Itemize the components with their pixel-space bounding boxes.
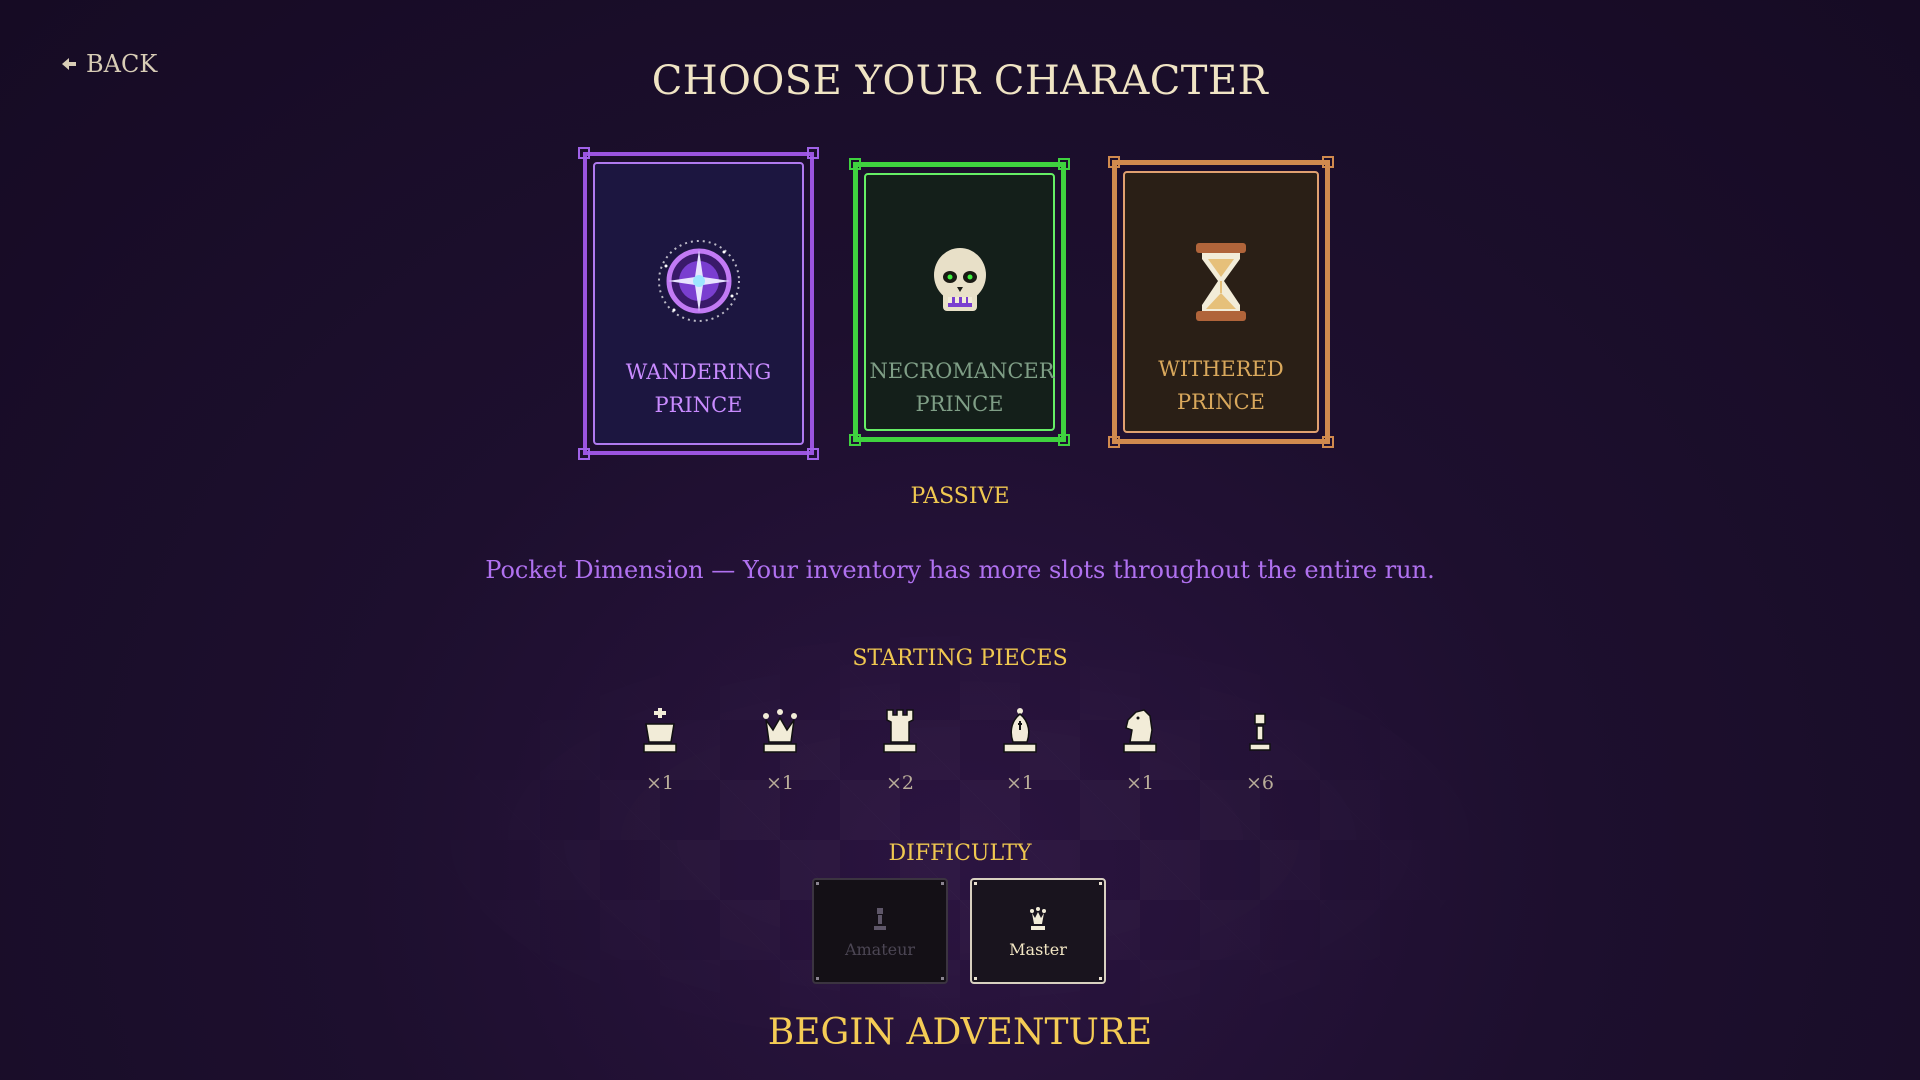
frame-corner	[578, 147, 590, 159]
piece-bishop: ×1	[990, 706, 1050, 794]
frame-corner	[1322, 156, 1334, 168]
frame-corner	[849, 434, 861, 446]
frame-corner	[807, 448, 819, 460]
king-icon	[643, 708, 677, 753]
difficulty-master-label: Master	[1009, 940, 1067, 959]
frame-corner	[1322, 436, 1334, 448]
checkerboard-background	[360, 600, 1560, 1080]
character-name: WANDERING PRINCE	[625, 360, 772, 417]
frame-corner	[1108, 436, 1120, 448]
corner-dot	[974, 882, 977, 885]
difficulty-master-button[interactable]: Master	[970, 878, 1106, 984]
hourglass-icon	[1196, 243, 1246, 321]
starting-pieces-label: STARTING PIECES	[852, 646, 1068, 671]
difficulty-amateur-button[interactable]: Amateur	[812, 878, 948, 984]
character-card-necromancer-prince[interactable]: NECROMANCER PRINCE	[849, 158, 1070, 446]
difficulty-amateur-label: Amateur	[844, 940, 916, 959]
passive-description: Pocket Dimension — Your inventory has mo…	[485, 556, 1435, 584]
character-card-withered-prince[interactable]: WITHERED PRINCE	[1108, 156, 1334, 448]
frame-corner	[1058, 158, 1070, 170]
piece-rook: ×2	[870, 706, 930, 794]
character-name: NECROMANCER PRINCE	[869, 359, 1055, 416]
piece-count: ×6	[1245, 772, 1274, 794]
corner-dot	[974, 977, 977, 980]
bishop-icon	[1003, 708, 1037, 753]
frame-corner	[807, 147, 819, 159]
knight-icon	[1123, 709, 1157, 753]
corner-dot	[816, 977, 819, 980]
skull-icon	[933, 248, 986, 311]
corner-dot	[1099, 882, 1102, 885]
queen-icon	[763, 709, 797, 753]
rook-icon	[883, 709, 917, 753]
corner-dot	[816, 882, 819, 885]
corner-dot	[941, 882, 944, 885]
corner-dot	[941, 977, 944, 980]
corner-dot	[1099, 977, 1102, 980]
difficulty-label: DIFFICULTY	[888, 841, 1032, 866]
pawn-icon	[874, 908, 886, 930]
piece-count: ×1	[1005, 772, 1034, 794]
piece-count: ×1	[1125, 772, 1154, 794]
frame-corner	[578, 448, 590, 460]
piece-count: ×2	[885, 772, 914, 794]
piece-king: ×1	[630, 706, 690, 794]
piece-queen: ×1	[750, 706, 810, 794]
starting-pieces-row: ×1 ×1 ×2 ×1 ×1 ×6	[600, 706, 1320, 806]
character-name: WITHERED PRINCE	[1158, 357, 1284, 414]
compass-star-icon	[657, 240, 740, 322]
begin-adventure-button[interactable]: BEGIN ADVENTURE	[0, 1012, 1920, 1053]
frame-corner	[1108, 156, 1120, 168]
character-card-wandering-prince[interactable]: WANDERING PRINCE	[578, 147, 819, 460]
frame-corner	[849, 158, 861, 170]
frame-corner	[1058, 434, 1070, 446]
pawn-icon	[1249, 713, 1271, 751]
piece-count: ×1	[645, 772, 674, 794]
passive-label: PASSIVE	[910, 484, 1010, 509]
page-title: CHOOSE YOUR CHARACTER	[651, 58, 1269, 104]
piece-count: ×1	[765, 772, 794, 794]
piece-knight: ×1	[1110, 706, 1170, 794]
queen-icon	[1030, 907, 1046, 930]
piece-pawn: ×6	[1230, 706, 1290, 794]
